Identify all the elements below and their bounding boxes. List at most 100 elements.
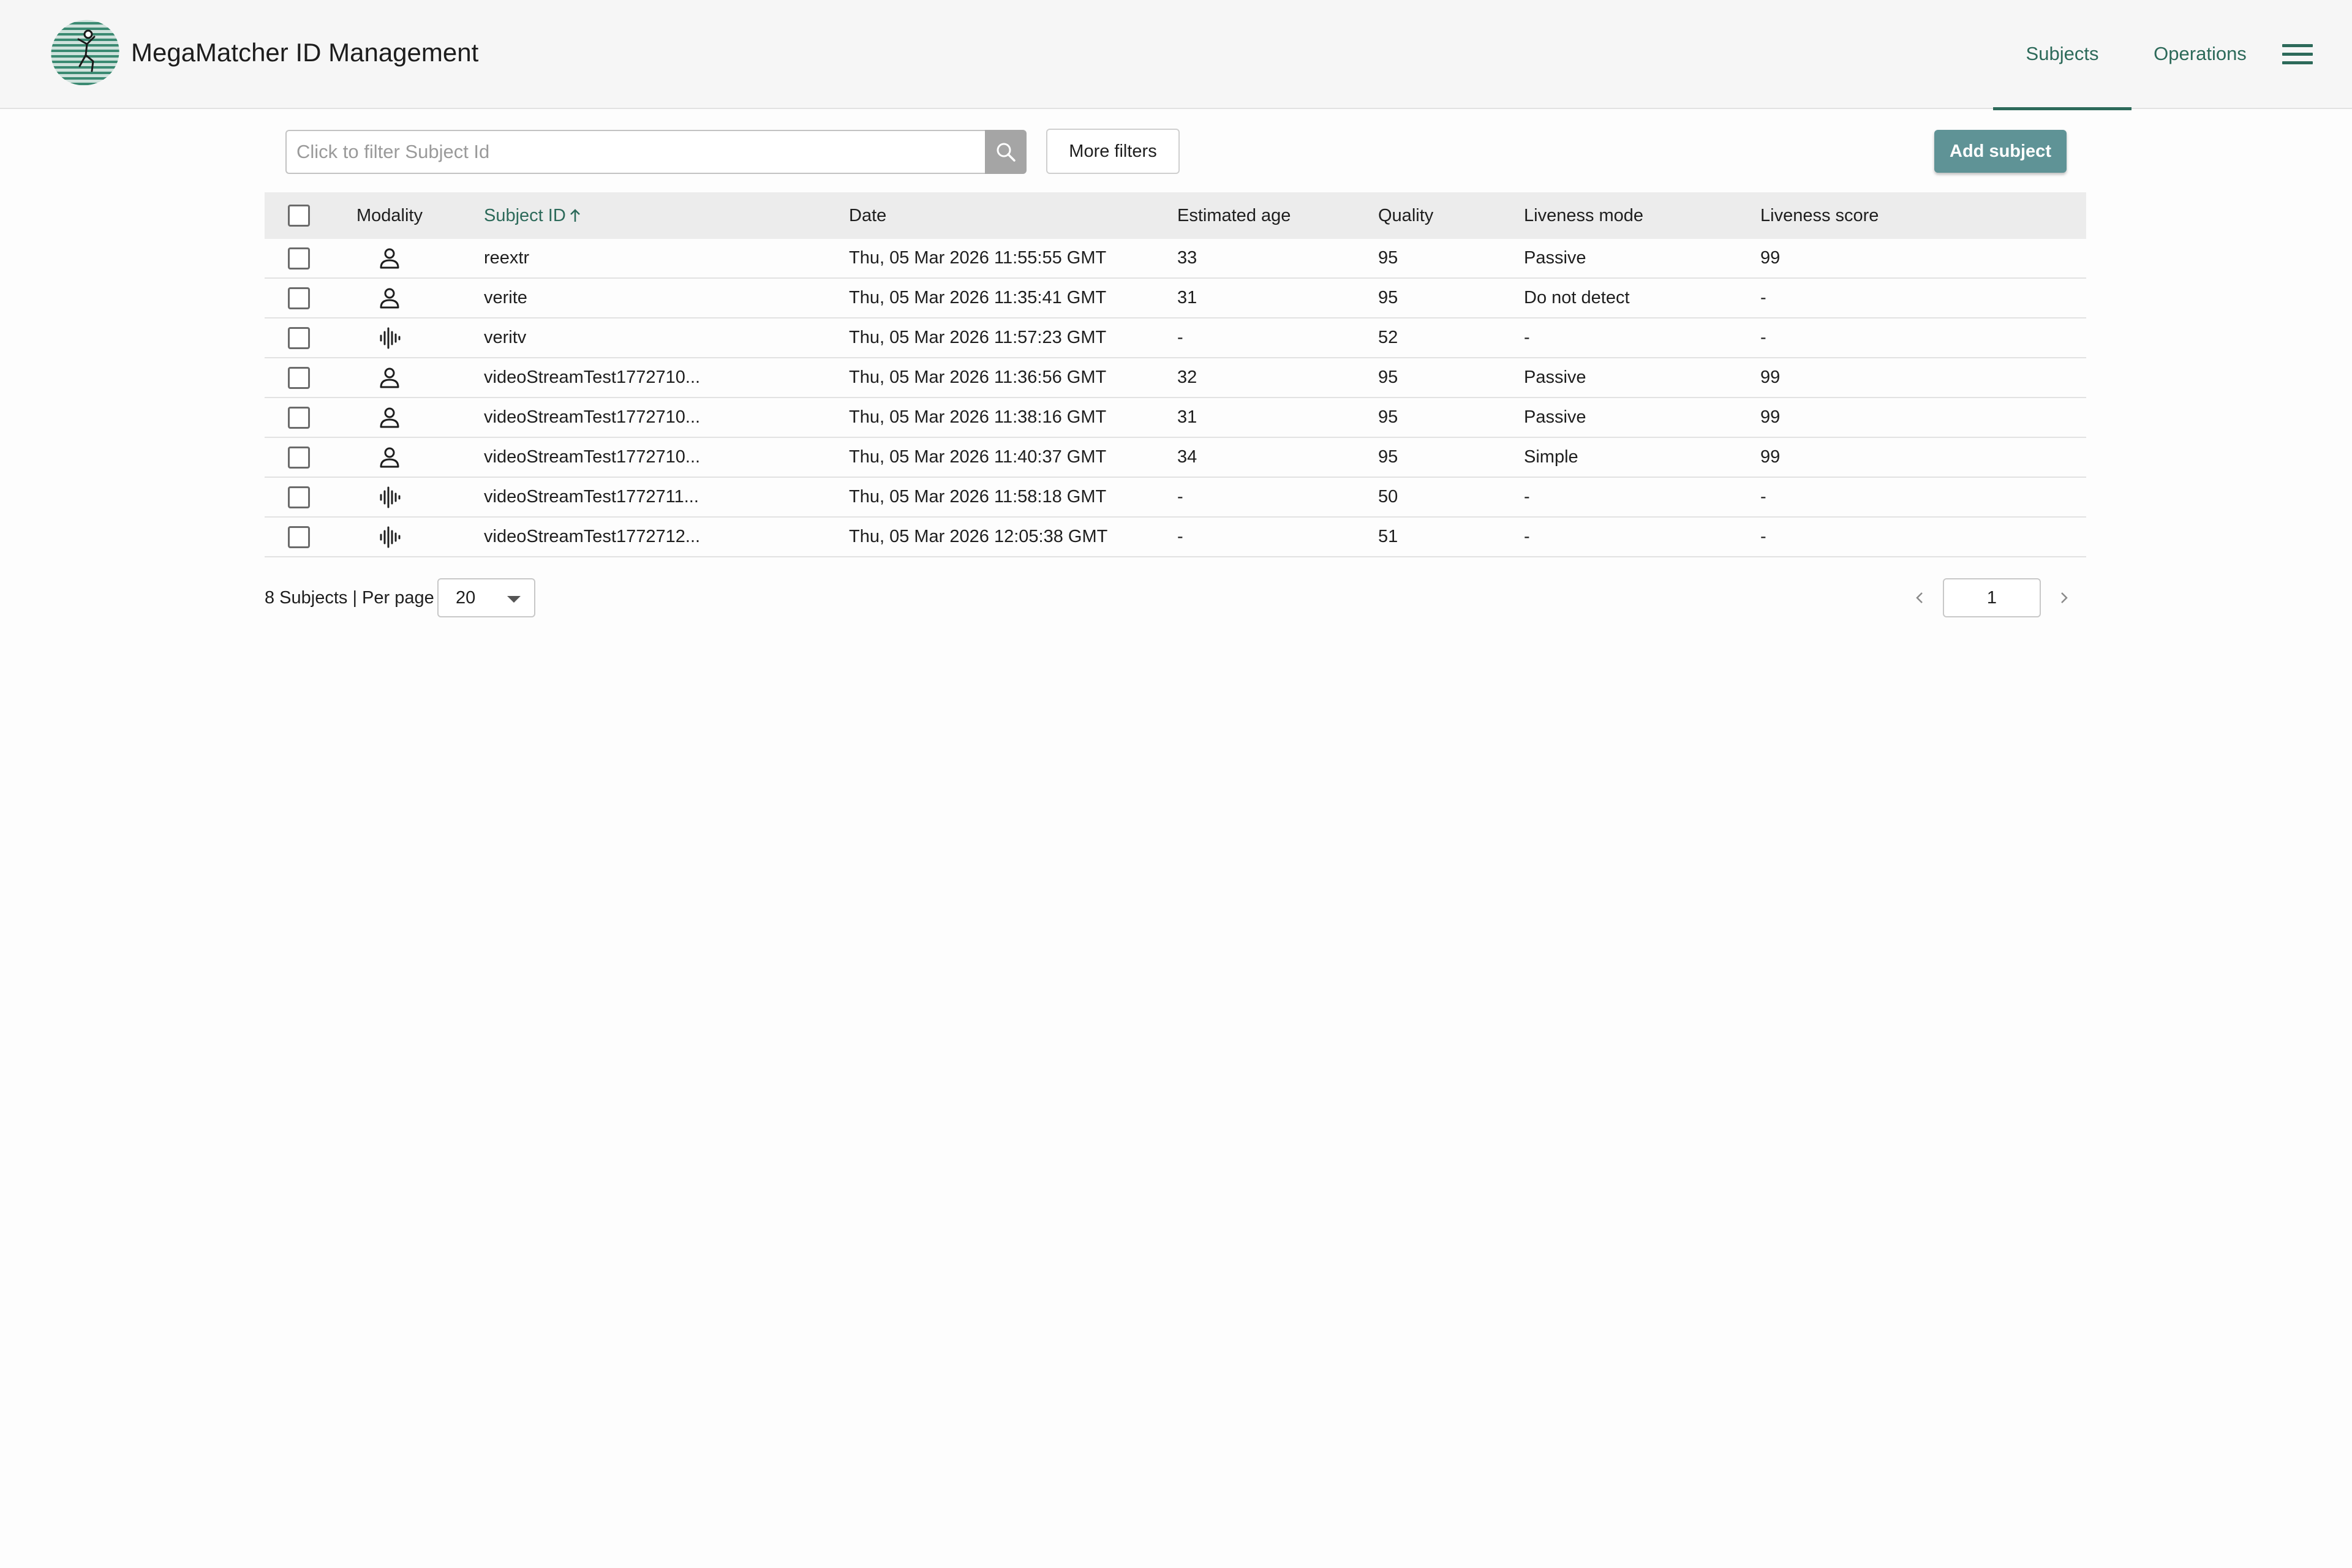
cell-estimated-age: - bbox=[1177, 487, 1183, 507]
column-header-quality[interactable]: Quality bbox=[1378, 192, 1433, 239]
column-header-liveness-mode[interactable]: Liveness mode bbox=[1524, 192, 1643, 239]
cell-liveness-mode: Do not detect bbox=[1524, 288, 1630, 307]
cell-quality: 51 bbox=[1378, 527, 1398, 546]
cell-liveness-mode: - bbox=[1524, 328, 1530, 347]
voice-modality-icon bbox=[337, 518, 442, 556]
cell-liveness-score: - bbox=[1760, 527, 1766, 546]
row-checkbox[interactable] bbox=[288, 526, 310, 548]
face-modality-icon bbox=[337, 438, 442, 477]
cell-quality: 95 bbox=[1378, 288, 1398, 307]
table-header: Modality Subject ID Date Estimated age Q… bbox=[265, 192, 2086, 239]
cell-liveness-mode: Passive bbox=[1524, 368, 1586, 387]
cell-liveness-mode: Passive bbox=[1524, 248, 1586, 268]
cell-subject-id[interactable]: videoStreamTest1772711... bbox=[484, 478, 699, 516]
column-header-liveness-score[interactable]: Liveness score bbox=[1760, 192, 1879, 239]
face-modality-icon bbox=[337, 398, 442, 437]
table-row[interactable]: videoStreamTest1772712... Thu, 05 Mar 202… bbox=[265, 518, 2086, 557]
cell-date: Thu, 05 Mar 2026 11:58:18 GMT bbox=[849, 487, 1107, 507]
cell-subject-id[interactable]: reextr bbox=[484, 239, 529, 277]
cell-subject-id[interactable]: videoStreamTest1772710... bbox=[484, 398, 700, 437]
chevron-left-icon bbox=[1916, 592, 1923, 603]
cell-liveness-score: - bbox=[1760, 487, 1766, 507]
column-header-modality[interactable]: Modality bbox=[337, 192, 442, 239]
runner-logo-icon[interactable] bbox=[49, 18, 121, 87]
cell-date: Thu, 05 Mar 2026 11:38:16 GMT bbox=[849, 407, 1107, 427]
table-row[interactable]: veritv Thu, 05 Mar 2026 11:57:23 GMT - 52 - - bbox=[265, 318, 2086, 358]
row-checkbox[interactable] bbox=[288, 486, 310, 508]
voice-modality-icon bbox=[337, 478, 442, 516]
cell-liveness-score: 99 bbox=[1760, 407, 1781, 427]
cell-liveness-score: 99 bbox=[1760, 368, 1781, 387]
cell-estimated-age: 31 bbox=[1177, 288, 1197, 307]
app-title: MegaMatcher ID Management bbox=[131, 38, 479, 67]
cell-subject-id[interactable]: verite bbox=[484, 279, 527, 317]
more-filters-button[interactable]: More filters bbox=[1046, 129, 1180, 174]
cell-subject-id[interactable]: videoStreamTest1772710... bbox=[484, 358, 700, 397]
active-tab-indicator bbox=[1993, 107, 2132, 110]
page-number-input[interactable]: 1 bbox=[1943, 578, 2041, 617]
chevron-right-icon bbox=[2061, 592, 2068, 603]
cell-liveness-score: 99 bbox=[1760, 248, 1781, 268]
table-row[interactable]: videoStreamTest1772710... Thu, 05 Mar 202… bbox=[265, 398, 2086, 438]
cell-quality: 52 bbox=[1378, 328, 1398, 347]
face-modality-icon bbox=[337, 358, 442, 397]
next-page-button[interactable] bbox=[2052, 582, 2076, 614]
tab-subjects[interactable]: Subjects bbox=[1993, 0, 2132, 110]
add-subject-button[interactable]: Add subject bbox=[1934, 130, 2067, 173]
cell-subject-id[interactable]: veritv bbox=[484, 318, 526, 357]
cell-date: Thu, 05 Mar 2026 11:36:56 GMT bbox=[849, 368, 1107, 387]
table-body: reextr Thu, 05 Mar 2026 11:55:55 GMT 33 95 P… bbox=[265, 239, 2086, 557]
voice-modality-icon bbox=[337, 318, 442, 357]
row-checkbox[interactable] bbox=[288, 326, 310, 349]
cell-estimated-age: 31 bbox=[1177, 407, 1197, 427]
table-row[interactable]: videoStreamTest1772710... Thu, 05 Mar 202… bbox=[265, 358, 2086, 398]
column-header-date[interactable]: Date bbox=[849, 192, 886, 239]
app-header: MegaMatcher ID Management Subjects Opera… bbox=[0, 0, 2352, 110]
cell-date: Thu, 05 Mar 2026 11:57:23 GMT bbox=[849, 328, 1107, 347]
per-page-select[interactable]: 20 bbox=[437, 578, 535, 617]
cell-date: Thu, 05 Mar 2026 11:55:55 GMT bbox=[849, 248, 1107, 268]
table-row[interactable]: videoStreamTest1772710... Thu, 05 Mar 202… bbox=[265, 438, 2086, 478]
row-checkbox[interactable] bbox=[288, 247, 310, 270]
cell-quality: 95 bbox=[1378, 248, 1398, 268]
search-button[interactable] bbox=[985, 130, 1027, 174]
tab-subjects-label: Subjects bbox=[2026, 43, 2099, 64]
hamburger-menu-icon[interactable] bbox=[2277, 38, 2315, 70]
per-page-value: 20 bbox=[456, 588, 476, 608]
row-checkbox[interactable] bbox=[288, 366, 310, 389]
table-row[interactable]: verite Thu, 05 Mar 2026 11:35:41 GMT 31 95 D… bbox=[265, 279, 2086, 318]
cell-estimated-age: 32 bbox=[1177, 368, 1197, 387]
column-header-subject-id-label: Subject ID bbox=[484, 205, 566, 225]
cell-liveness-mode: Simple bbox=[1524, 447, 1578, 467]
cell-liveness-mode: - bbox=[1524, 487, 1530, 507]
table-row[interactable]: reextr Thu, 05 Mar 2026 11:55:55 GMT 33 95 P… bbox=[265, 239, 2086, 279]
chevron-down-icon bbox=[507, 596, 521, 603]
cell-liveness-mode: - bbox=[1524, 527, 1530, 546]
cell-estimated-age: 34 bbox=[1177, 447, 1197, 467]
face-modality-icon bbox=[337, 239, 442, 277]
cell-subject-id[interactable]: videoStreamTest1772710... bbox=[484, 438, 700, 477]
subjects-table: Modality Subject ID Date Estimated age Q… bbox=[265, 192, 2086, 557]
cell-estimated-age: 33 bbox=[1177, 248, 1197, 268]
subject-id-filter-input[interactable] bbox=[285, 130, 986, 174]
cell-liveness-score: - bbox=[1760, 288, 1766, 307]
row-checkbox[interactable] bbox=[288, 446, 310, 469]
tab-operations-label: Operations bbox=[2154, 43, 2247, 64]
cell-quality: 95 bbox=[1378, 447, 1398, 467]
column-header-subject-id[interactable]: Subject ID bbox=[484, 192, 582, 239]
cell-date: Thu, 05 Mar 2026 12:05:38 GMT bbox=[849, 527, 1108, 546]
cell-liveness-score: - bbox=[1760, 328, 1766, 347]
cell-subject-id[interactable]: videoStreamTest1772712... bbox=[484, 518, 700, 556]
row-checkbox[interactable] bbox=[288, 287, 310, 309]
tab-operations[interactable]: Operations bbox=[2139, 0, 2261, 109]
cell-date: Thu, 05 Mar 2026 11:35:41 GMT bbox=[849, 288, 1107, 307]
cell-quality: 95 bbox=[1378, 368, 1398, 387]
previous-page-button[interactable] bbox=[1907, 582, 1932, 614]
select-all-checkbox[interactable] bbox=[288, 205, 310, 227]
table-row[interactable]: videoStreamTest1772711... Thu, 05 Mar 202… bbox=[265, 478, 2086, 518]
search-icon bbox=[997, 143, 1016, 162]
column-header-estimated-age[interactable]: Estimated age bbox=[1177, 192, 1291, 239]
cell-date: Thu, 05 Mar 2026 11:40:37 GMT bbox=[849, 447, 1107, 467]
row-checkbox[interactable] bbox=[288, 406, 310, 429]
face-modality-icon bbox=[337, 279, 442, 317]
